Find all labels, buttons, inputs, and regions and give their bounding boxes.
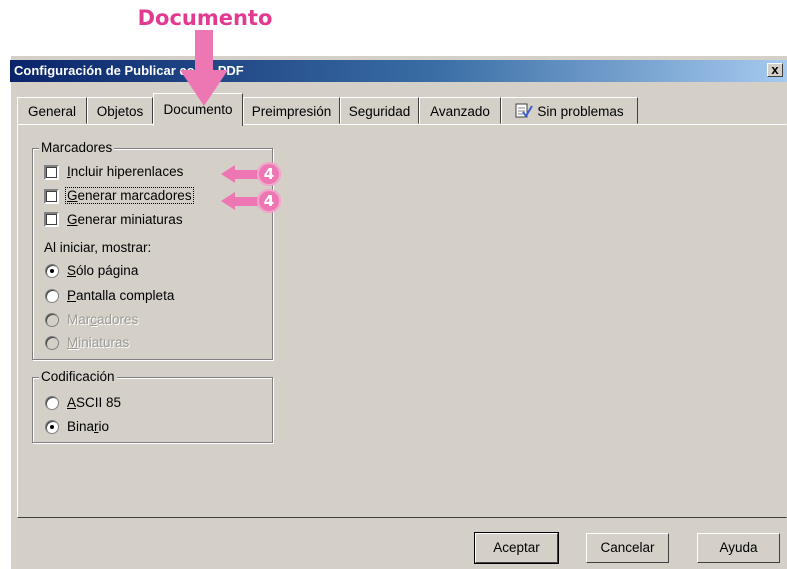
generar-marcadores-label[interactable]: Generar marcadores [65,187,194,204]
checklist-icon [515,103,534,118]
generar-miniaturas-checkbox[interactable] [44,212,59,227]
tab-label: General [27,104,77,119]
binario-label[interactable]: Binario [67,419,109,434]
tab-label: Sin problemas [537,104,624,119]
tab-label: Seguridad [348,104,411,119]
marcadores-radio-label: Marcadores [67,312,138,327]
annotation-arrow-shaft [233,170,259,179]
incluir-hiperenlaces-label[interactable]: Incluir hiperenlaces [67,164,183,179]
annotation-badge: 4 [257,189,281,213]
label-text: antalla completa [76,288,175,303]
annotation-title: Documento [137,6,273,30]
close-button[interactable]: x [767,63,783,77]
tab-label: Objetos [96,104,144,119]
generar-miniaturas-label[interactable]: Generar miniaturas [67,212,183,227]
aceptar-button[interactable]: Aceptar [474,532,559,564]
tab-objetos[interactable]: Objetos [87,97,153,124]
label-text: enerar miniaturas [77,212,183,227]
tab-preimpresion[interactable]: Preimpresión [243,97,340,124]
label-text: io [98,419,110,434]
ascii85-label[interactable]: ASCII 85 [67,395,121,410]
annotation-arrow-head [180,70,228,106]
tab-general[interactable]: General [17,97,87,124]
tab-label: Avanzado [430,104,490,119]
tab-avanzado[interactable]: Avanzado [419,97,501,124]
label-prefix: Bina [67,419,95,434]
label-text: enerar marcadores [77,188,192,203]
marcadores-radio [45,313,59,327]
solo-pagina-radio[interactable] [45,264,59,278]
miniaturas-radio [45,336,59,350]
accelerator-key: A [67,395,77,410]
pantalla-completa-label[interactable]: Pantalla completa [67,288,174,303]
label-text: ólo página [76,263,139,278]
al-iniciar-label: Al iniciar, mostrar: [44,240,152,255]
accelerator-key: G [67,212,78,227]
accelerator-key: S [67,263,77,278]
tab-label: Preimpresión [251,104,332,119]
accelerator-key: G [67,188,78,203]
accelerator-key: P [67,288,77,303]
cancelar-button[interactable]: Cancelar [586,533,669,563]
label-text: iniaturas [78,335,130,350]
incluir-hiperenlaces-checkbox[interactable] [44,165,59,180]
label-text: ncluir hiperenlaces [70,164,184,179]
miniaturas-radio-label: Miniaturas [67,335,129,350]
accelerator-key: M [67,335,79,350]
annotation-arrow-shaft [195,30,213,72]
generar-marcadores-checkbox[interactable] [44,189,59,204]
group-marcadores-legend: Marcadores [39,140,115,155]
tab-seguridad[interactable]: Seguridad [340,97,419,124]
pantalla-completa-radio[interactable] [45,289,59,303]
group-codificacion-legend: Codificación [39,369,117,384]
label-prefix: Mar [67,312,91,327]
label-text: adores [97,312,139,327]
solo-pagina-label[interactable]: Sólo página [67,263,138,278]
tab-sin-problemas[interactable]: Sin problemas [501,97,638,124]
annotation-arrow-shaft [233,197,259,206]
accelerator-key: c [90,312,97,327]
ascii85-radio[interactable] [45,396,59,410]
ayuda-button[interactable]: Ayuda [697,533,780,563]
annotation-badge: 4 [257,162,281,186]
label-text: SCII 85 [76,395,122,410]
binario-radio[interactable] [45,420,59,434]
